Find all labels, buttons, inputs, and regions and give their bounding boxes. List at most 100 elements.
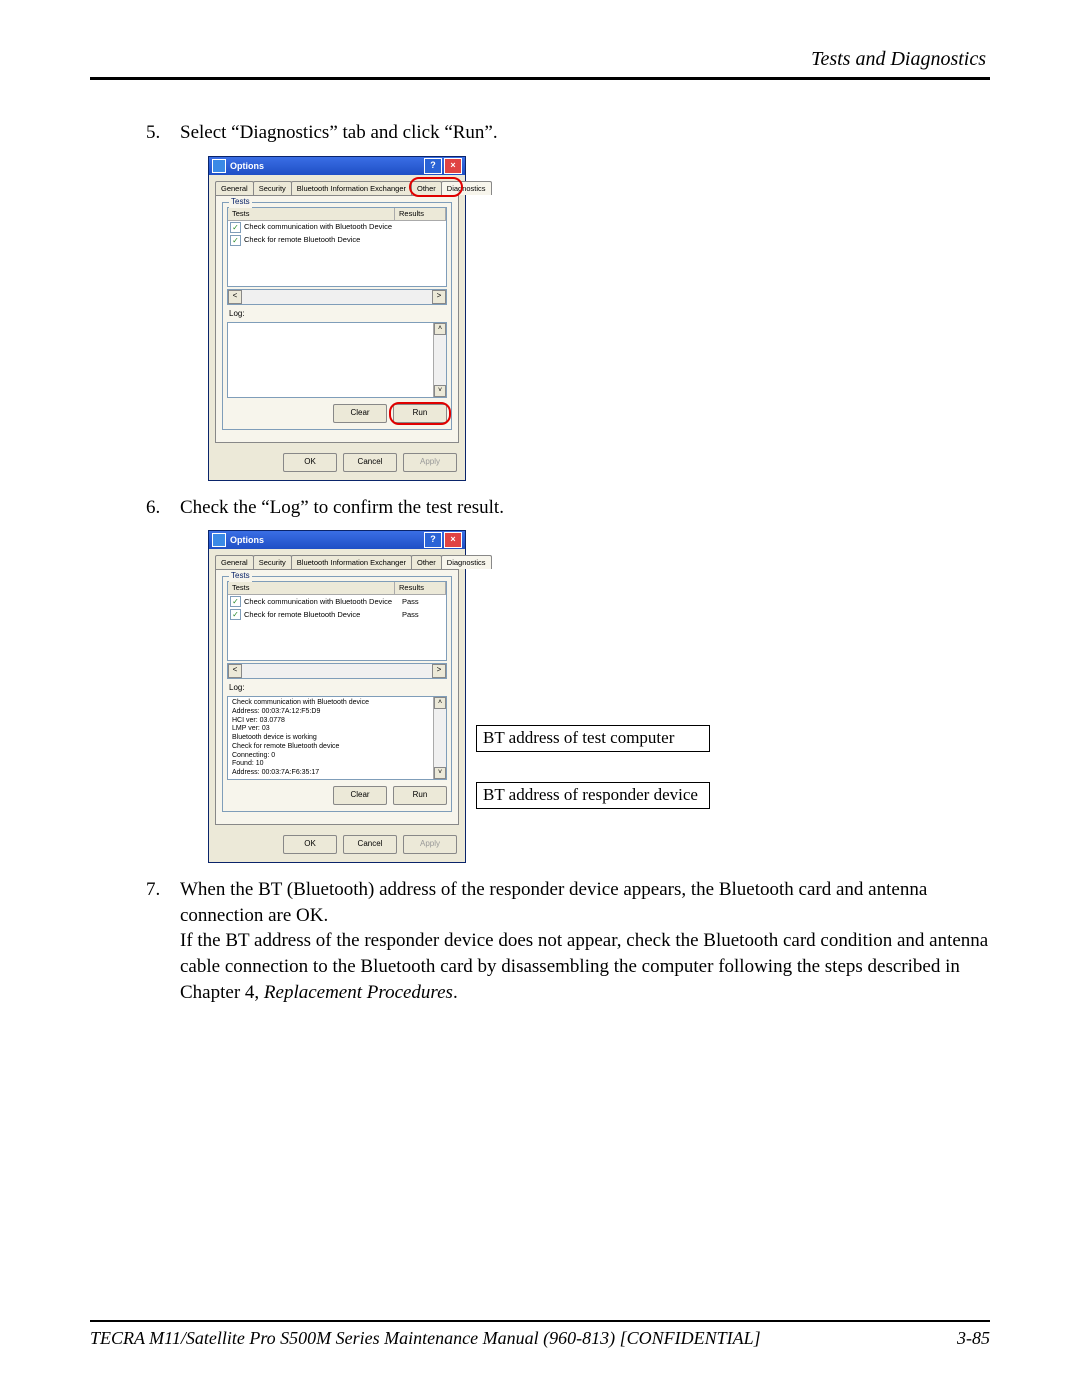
scroll-left-icon[interactable]: <	[228, 290, 242, 304]
scroll-up-icon[interactable]: ˄	[434, 697, 446, 709]
tests-fieldset: Tests Tests Results ✓ Check communicatio…	[222, 202, 452, 430]
checkbox-icon[interactable]: ✓	[230, 609, 241, 620]
window-title: Options	[230, 160, 422, 172]
tabstrip: General Security Bluetooth Information E…	[209, 549, 465, 569]
checkbox-icon[interactable]: ✓	[230, 235, 241, 246]
log-line: Check for remote Bluetooth device	[232, 743, 436, 752]
log-line-responder-address: Address: 00:03:7A:F6:35:17	[232, 769, 436, 778]
log-vscrollbar[interactable]: ˄ ˅	[433, 697, 446, 779]
cancel-button[interactable]: Cancel	[343, 453, 397, 472]
footer-page-number: 3-85	[957, 1328, 990, 1349]
test-label: Check for remote Bluetooth Device	[244, 610, 402, 620]
tab-other[interactable]: Other	[411, 555, 442, 569]
tab-other[interactable]: Other	[411, 181, 442, 195]
log-line: Found: 10	[232, 760, 436, 769]
cancel-button[interactable]: Cancel	[343, 835, 397, 854]
tab-general[interactable]: General	[215, 555, 254, 569]
col-tests: Tests	[228, 208, 395, 220]
step-7-number: 7.	[146, 877, 180, 1005]
tests-list-header: Tests Results	[228, 582, 446, 595]
step-7-tail: .	[453, 982, 458, 1003]
scroll-right-icon[interactable]: >	[432, 290, 446, 304]
diagnostics-panel: Tests Tests Results ✓ Check communicatio…	[215, 195, 459, 443]
test-label: Check communication with Bluetooth Devic…	[244, 222, 402, 232]
ok-button[interactable]: OK	[283, 453, 337, 472]
test-label: Check for remote Bluetooth Device	[244, 235, 402, 245]
scroll-left-icon[interactable]: <	[228, 664, 242, 678]
log-label: Log:	[229, 309, 447, 320]
log-box: ˄ ˅	[227, 322, 447, 398]
tests-legend: Tests	[229, 197, 252, 208]
log-vscrollbar[interactable]: ˄ ˅	[433, 323, 446, 397]
step-7-text: When the BT (Bluetooth) address of the r…	[180, 877, 990, 1005]
apply-button[interactable]: Apply	[403, 453, 457, 472]
step-7: 7. When the BT (Bluetooth) address of th…	[146, 877, 990, 1005]
scroll-right-icon[interactable]: >	[432, 664, 446, 678]
step-6-number: 6.	[146, 495, 180, 521]
log-box: Check communication with Bluetooth devic…	[227, 696, 447, 780]
clear-button[interactable]: Clear	[333, 404, 387, 423]
section-header: Tests and Diagnostics	[90, 48, 990, 77]
footer-rule	[90, 1320, 990, 1322]
tab-diagnostics[interactable]: Diagnostics	[441, 181, 492, 195]
help-button[interactable]: ?	[424, 532, 442, 548]
run-button[interactable]: Run	[393, 786, 447, 805]
window-title: Options	[230, 534, 422, 546]
tests-list: Tests Results ✓ Check communication with…	[227, 581, 447, 661]
checkbox-icon[interactable]: ✓	[230, 222, 241, 233]
callout-responder-address: BT address of responder device	[476, 782, 710, 808]
log-line: Connecting: 0	[232, 752, 436, 761]
tests-hscrollbar[interactable]: < >	[227, 289, 447, 305]
close-button[interactable]: ×	[444, 158, 462, 174]
footer-manual-title: TECRA M11/Satellite Pro S500M Series Mai…	[90, 1328, 761, 1349]
diagnostics-panel: Tests Tests Results ✓ Check communicatio…	[215, 569, 459, 825]
col-results: Results	[395, 582, 446, 594]
run-button[interactable]: Run	[393, 404, 447, 423]
test-result: Pass	[402, 610, 444, 620]
scroll-up-icon[interactable]: ˄	[434, 323, 446, 335]
tab-bt-info-exchanger[interactable]: Bluetooth Information Exchanger	[291, 181, 412, 195]
scroll-down-icon[interactable]: ˅	[434, 385, 446, 397]
tests-hscrollbar[interactable]: < >	[227, 663, 447, 679]
clear-button[interactable]: Clear	[333, 786, 387, 805]
scroll-track[interactable]	[434, 709, 446, 767]
step-6: 6. Check the “Log” to confirm the test r…	[146, 495, 990, 521]
scroll-track[interactable]	[434, 335, 446, 385]
tab-security[interactable]: Security	[253, 555, 292, 569]
step-5-number: 5.	[146, 120, 180, 146]
checkbox-icon[interactable]: ✓	[230, 596, 241, 607]
app-icon	[212, 159, 226, 173]
help-button[interactable]: ?	[424, 158, 442, 174]
titlebar: Options ? ×	[209, 157, 465, 175]
log-line-test-address: Address: 00:03:7A:12:F5:D9	[232, 708, 436, 717]
test-result: Pass	[402, 597, 444, 607]
step-5: 5. Select “Diagnostics” tab and click “R…	[146, 120, 990, 146]
step-5-text: Select “Diagnostics” tab and click “Run”…	[180, 120, 990, 146]
close-button[interactable]: ×	[444, 532, 462, 548]
step-6-text: Check the “Log” to confirm the test resu…	[180, 495, 990, 521]
tab-security[interactable]: Security	[253, 181, 292, 195]
tabstrip: General Security Bluetooth Information E…	[209, 175, 465, 195]
log-label: Log:	[229, 683, 447, 694]
apply-button[interactable]: Apply	[403, 835, 457, 854]
callout-test-address: BT address of test computer	[476, 725, 710, 751]
tab-diagnostics[interactable]: Diagnostics	[441, 555, 492, 569]
scroll-track[interactable]	[242, 664, 432, 678]
col-results: Results	[395, 208, 446, 220]
tab-bt-info-exchanger[interactable]: Bluetooth Information Exchanger	[291, 555, 412, 569]
tests-legend: Tests	[229, 571, 252, 582]
scroll-track[interactable]	[242, 290, 432, 304]
page-footer: TECRA M11/Satellite Pro S500M Series Mai…	[90, 1320, 990, 1349]
tests-list: Tests Results ✓ Check communication with…	[227, 207, 447, 287]
tests-list-header: Tests Results	[228, 208, 446, 221]
tab-general[interactable]: General	[215, 181, 254, 195]
log-line: Bluetooth device is working	[232, 734, 436, 743]
options-dialog-1: Options ? × General Security Bluetooth I…	[208, 156, 466, 481]
log-line: HCI ver: 03.0778	[232, 717, 436, 726]
ok-button[interactable]: OK	[283, 835, 337, 854]
scroll-down-icon[interactable]: ˅	[434, 767, 446, 779]
test-row: ✓ Check communication with Bluetooth Dev…	[228, 221, 446, 234]
test-row: ✓ Check for remote Bluetooth Device	[228, 234, 446, 247]
app-icon	[212, 533, 226, 547]
test-row: ✓ Check for remote Bluetooth Device Pass	[228, 608, 446, 621]
